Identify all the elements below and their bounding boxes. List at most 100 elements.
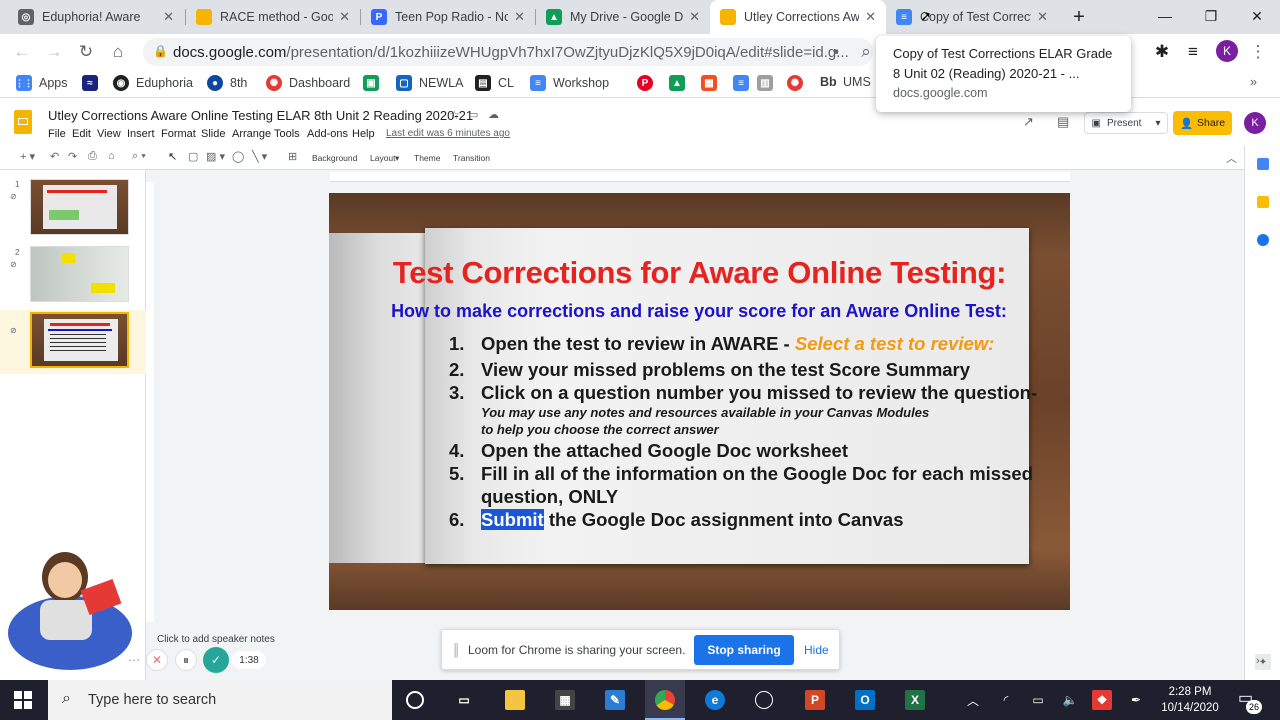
address-bar[interactable]: 🔒 docs.google.com/presentation/d/1kozhii… [143,38,873,66]
speaker-notes-placeholder[interactable]: Click to add speaker notes [157,634,275,645]
volume-muted-icon[interactable]: 🔈 [1060,690,1080,710]
layout-chevron-icon[interactable]: ▾ [395,153,399,164]
collapse-chevron-icon[interactable]: ︿ [1226,150,1237,166]
media-icon[interactable]: ≡ [1181,40,1205,64]
outlook-icon[interactable]: O [855,690,875,710]
bookmark-eduphoria[interactable]: ◉ Eduphoria [113,75,193,91]
transition-button[interactable]: Transition [453,153,490,163]
back-arrow-icon[interactable]: ← [10,40,34,64]
tasks-icon[interactable] [1257,234,1269,246]
new-tab-plus-icon[interactable]: + [1068,6,1090,28]
close-icon[interactable]: ✕ [689,9,700,25]
whiteboard-app-icon[interactable]: ✎ [605,690,625,710]
bookmark-cl[interactable]: ▤ CL [475,75,514,91]
bookmark-dashboard[interactable]: ✺ Dashboard [266,75,350,91]
menu-edit[interactable]: Edit [72,128,91,140]
forward-arrow-icon[interactable]: → [42,40,66,64]
text-box-icon[interactable]: ▢ [188,150,198,163]
present-button[interactable]: ▣ Present ▾ [1084,112,1168,134]
activity-trend-icon[interactable]: ↗ [1023,114,1034,130]
item-note-line-1[interactable]: You may use any notes and resources avai… [481,405,929,420]
powerpoint-icon[interactable]: P [805,690,825,710]
maximize-icon[interactable]: ❐ [1188,0,1234,32]
calendar-icon[interactable] [1257,158,1269,170]
profile-avatar[interactable]: K [1216,40,1238,62]
bookmark-apps[interactable]: ⋮⋮ Apps [15,75,68,91]
camera-icon[interactable]: ▪ [824,40,848,64]
slide-thumbnail-2[interactable] [30,246,129,302]
last-edit-status[interactable]: Last edit was 6 minutes ago [386,128,510,139]
slides-logo-icon[interactable] [14,110,32,134]
menu-tools[interactable]: Tools [274,128,300,140]
bookmark-forms[interactable]: ▥ [757,75,780,91]
edge-icon[interactable]: e [705,690,725,710]
select-arrow-icon[interactable]: ↖ [168,150,177,163]
close-icon[interactable]: ✕ [514,9,525,25]
menu-view[interactable]: View [97,128,121,140]
globe-icon[interactable] [755,691,773,709]
bookmark-classroom[interactable]: ▣ [363,75,386,91]
list-item-5-line-2[interactable]: question, ONLY [481,486,618,508]
kebab-menu-icon[interactable]: ⋮ [1246,40,1270,64]
battery-icon[interactable]: ▭ [1028,690,1048,710]
undo-icon[interactable]: ↶ [50,150,59,163]
drag-handle-icon[interactable]: ║ [452,643,461,657]
loom-more-icon[interactable]: ⋯ [123,649,145,671]
hide-button[interactable]: Hide [804,643,829,657]
item-note-line-2[interactable]: to help you choose the correct answer [481,422,719,437]
pen-icon[interactable]: ✒ [1126,690,1146,710]
bookmark-microsoft[interactable]: ▦ [701,75,724,91]
extensions-icon[interactable]: ✱ [1150,40,1174,64]
close-icon[interactable]: ✕ [1037,9,1048,25]
bookmark-pinterest[interactable]: P [637,75,660,91]
slide-thumbnail-1[interactable] [30,179,129,235]
line-icon[interactable]: ╲ ▾ [252,150,267,163]
chevron-up-icon[interactable]: ︿ [963,690,983,710]
taskbar-search-input[interactable]: ⌕ Type here to search [48,680,392,720]
print-icon[interactable]: ⎙ [88,150,97,163]
zoom-icon[interactable]: ⌕ ▾ [132,150,146,163]
chevron-right-icon[interactable]: › [1256,655,1260,667]
loom-pause-icon[interactable]: ⏸ [175,649,197,671]
close-icon[interactable]: ✕ [163,9,174,25]
zoom-search-icon[interactable]: ⌕ [854,40,878,64]
star-icon[interactable]: ☆ [449,108,460,122]
minimize-icon[interactable]: — [1142,0,1188,32]
loom-cancel-icon[interactable]: ✕ [146,649,168,671]
list-item-1[interactable]: 1. Open the test to review in AWARE - Sel… [449,333,994,355]
list-item-2[interactable]: 2. View your missed problems on the test … [449,359,970,381]
tab-utley-active[interactable]: Utley Corrections Aw ✕ [710,0,886,34]
paint-format-icon[interactable]: ⌂ [108,150,115,162]
list-item-5[interactable]: 5. Fill in all of the information on the … [449,463,1033,485]
more-bookmarks-icon[interactable]: » [1250,75,1257,89]
slide-thumbnail-3-selected[interactable] [30,312,129,368]
close-icon[interactable]: ✕ [339,9,350,25]
slide-title[interactable]: Test Corrections for Aware Online Testin… [329,255,1070,291]
bookmark-docs[interactable]: ≡ [733,75,756,91]
background-button[interactable]: Background [312,153,357,163]
slide-canvas[interactable]: Test Corrections for Aware Online Testin… [329,193,1070,610]
store-icon[interactable]: ▦ [555,690,575,710]
windows-start-icon[interactable] [14,691,32,709]
bookmark-blackboard[interactable]: Bb [820,75,837,89]
bookmark-wifi[interactable]: ≈ [82,75,105,91]
chevron-down-icon[interactable]: ▾ [1155,118,1160,129]
tab-copy-test[interactable]: ≡ Copy of Test Correct ✕ [886,0,1058,34]
redo-icon[interactable]: ↷ [68,150,77,163]
home-icon[interactable]: ⌂ [106,40,130,64]
menu-arrange[interactable]: Arrange [232,128,271,140]
share-button[interactable]: 👤 Share [1173,111,1232,135]
file-explorer-icon[interactable] [505,690,525,710]
chrome-icon[interactable] [655,690,675,710]
bookmark-drive[interactable]: ▲ [669,75,692,91]
bookmark-ums[interactable]: UMS [843,75,871,89]
bookmark-newla[interactable]: ▢ NEWLA [396,75,463,91]
stop-sharing-button[interactable]: Stop sharing [694,635,794,665]
menu-slide[interactable]: Slide [201,128,225,140]
cortana-icon[interactable] [406,691,424,709]
keep-icon[interactable] [1257,196,1269,208]
menu-file[interactable]: File [48,128,66,140]
tab-race[interactable]: RACE method - Goo ✕ [186,0,360,34]
excel-icon[interactable]: X [905,690,925,710]
close-window-icon[interactable]: ✕ [1234,0,1280,32]
